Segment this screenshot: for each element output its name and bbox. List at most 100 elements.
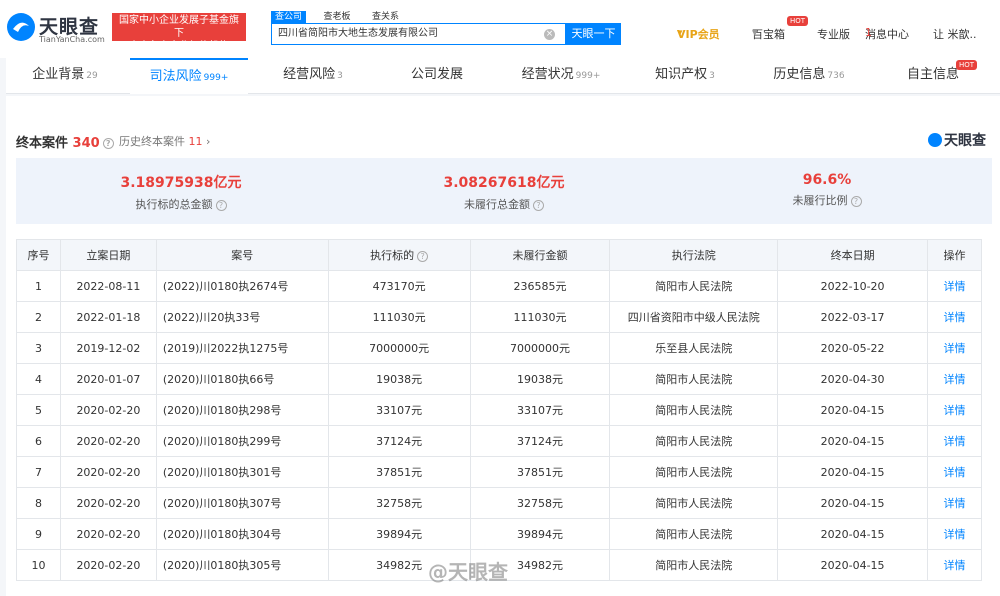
cell-filed-date: 2020-02-20	[59, 456, 157, 488]
cell-case-no: (2022)川20执33号	[155, 301, 329, 333]
tab-ip[interactable]: 知识产权 3	[626, 58, 744, 94]
search-button[interactable]: 天眼一下	[566, 23, 621, 45]
cell-index: 5	[16, 394, 61, 426]
help-icon[interactable]: ?	[102, 138, 114, 149]
cell-filed-date: 2022-08-11	[59, 270, 157, 302]
cell-action[interactable]: 详情	[927, 456, 982, 488]
brand-logo: 天眼查	[928, 130, 986, 150]
col-header-action: 操作	[927, 239, 982, 271]
cell-court: 简阳市人民法院	[609, 394, 779, 426]
tab-history[interactable]: 历史信息 736	[750, 58, 868, 94]
cell-index: 10	[16, 549, 61, 581]
cell-index: 9	[16, 518, 61, 550]
clear-icon[interactable]: ×	[544, 29, 555, 40]
cell-court: 简阳市人民法院	[609, 549, 779, 581]
cell-index: 1	[16, 270, 61, 302]
cell-filed-date: 2020-01-07	[59, 363, 157, 395]
tab-count: 736	[827, 71, 845, 81]
cell-action[interactable]: 详情	[927, 549, 982, 581]
cell-action[interactable]: 详情	[927, 332, 982, 364]
cell-index: 4	[16, 363, 61, 395]
cell-case-no: (2022)川0180执2674号	[155, 270, 329, 302]
col-header-case-no: 案号	[155, 239, 329, 271]
cell-index: 7	[16, 456, 61, 488]
tab-label: 知识产权	[655, 67, 708, 82]
cell-case-no: (2020)川0180执304号	[155, 518, 329, 550]
tab-label: 自主信息	[906, 67, 959, 82]
search-input[interactable]: 四川省简阳市大地生态发展有限公司 ×	[271, 23, 566, 45]
col-header-filed-date: 立案日期	[59, 239, 157, 271]
tab-label: 公司发展	[410, 67, 463, 82]
cell-court: 简阳市人民法院	[609, 425, 779, 457]
cell-action[interactable]: 详情	[927, 363, 982, 395]
cell-end-date: 2020-05-22	[777, 332, 928, 364]
hot-badge: HOT	[956, 60, 978, 70]
cell-filed-date: 2020-02-20	[59, 487, 157, 519]
cell-court: 简阳市人民法院	[609, 487, 779, 519]
cell-target: 7000000元	[327, 332, 471, 364]
cell-filed-date: 2019-12-02	[59, 332, 157, 364]
cell-unpaid: 111030元	[469, 301, 611, 333]
chevron-down-icon: ▾	[677, 26, 683, 39]
tab-operation-risk[interactable]: 经营风险 3	[254, 58, 372, 94]
search-type-tabs: 查公司 查老板 查关系	[271, 9, 413, 24]
cell-target: 473170元	[327, 270, 471, 302]
history-link[interactable]: 历史终本案件 11 ›	[119, 133, 210, 149]
tab-background[interactable]: 企业背景 29	[6, 58, 124, 94]
cell-filed-date: 2020-02-20	[59, 425, 157, 457]
section-title-label: 终本案件	[16, 136, 69, 151]
tab-judicial-risk[interactable]: 司法风险 999+	[130, 58, 248, 94]
cell-case-no: (2020)川0180执307号	[155, 487, 329, 519]
cell-court: 简阳市人民法院	[609, 518, 779, 550]
table-row: 5 2020-02-20 (2020)川0180执298号 33107元 33107元简…	[16, 394, 982, 426]
tab-count: 29	[86, 71, 98, 81]
table-row: 9 2020-02-20 (2020)川0180执304号 39894元 39894元简…	[16, 518, 982, 550]
tab-development[interactable]: 公司发展	[378, 58, 496, 94]
col-header-target-label: 执行标的	[370, 249, 415, 262]
help-icon[interactable]: ?	[215, 199, 227, 211]
summary-label: 未履行总金额	[464, 198, 530, 211]
cell-filed-date: 2020-02-20	[59, 549, 157, 581]
tab-count: 3	[709, 71, 715, 81]
cell-action[interactable]: 详情	[927, 425, 982, 457]
cell-action[interactable]: 详情	[927, 394, 982, 426]
cell-filed-date: 2022-01-18	[59, 301, 157, 333]
cell-case-no: (2020)川0180执301号	[155, 456, 329, 488]
table-row: 8 2020-02-20 (2020)川0180执307号 32758元 32758元简…	[16, 487, 982, 519]
help-icon[interactable]: ?	[850, 195, 862, 207]
pro-link[interactable]: 专业版	[817, 26, 850, 42]
cell-target: 39894元	[327, 518, 471, 550]
cell-end-date: 2022-03-17	[777, 301, 928, 333]
help-icon[interactable]: ?	[417, 250, 429, 262]
message-count: 1	[865, 26, 872, 39]
cell-index: 3	[16, 332, 61, 364]
tab-operation-status[interactable]: 经营状况 999+	[502, 58, 620, 94]
logo[interactable]: 天眼查 TianYanCha.com	[6, 10, 106, 46]
cell-end-date: 2020-04-15	[777, 518, 928, 550]
cell-unpaid: 33107元	[469, 394, 611, 426]
cell-action[interactable]: 详情	[927, 518, 982, 550]
tab-self-info[interactable]: 自主信息 HOT	[874, 58, 992, 94]
badge-line-2: 官方备案企业征信机构	[129, 41, 229, 52]
cell-action[interactable]: 详情	[927, 487, 982, 519]
cell-end-date: 2020-04-15	[777, 394, 928, 426]
cell-unpaid: 7000000元	[469, 332, 611, 364]
cell-target: 37124元	[327, 425, 471, 457]
cell-action[interactable]: 详情	[927, 301, 982, 333]
table-row: 6 2020-02-20 (2020)川0180执299号 37124元 37124元简…	[16, 425, 982, 457]
cell-target: 33107元	[327, 394, 471, 426]
cell-end-date: 2020-04-15	[777, 549, 928, 581]
col-header-end-date: 终本日期	[777, 239, 928, 271]
vip-label: VIP会员	[677, 28, 720, 41]
user-menu[interactable]: 让 米歆..	[933, 26, 977, 42]
case-table: 序号 立案日期 案号 执行标的? 未履行金额 执行法院 终本日期 操作 1 202…	[16, 239, 982, 581]
cell-case-no: (2019)川2022执1275号	[155, 332, 329, 364]
cell-court: 简阳市人民法院	[609, 456, 779, 488]
tab-count: 3	[337, 71, 343, 81]
cell-filed-date: 2020-02-20	[59, 394, 157, 426]
cell-end-date: 2020-04-15	[777, 456, 928, 488]
cell-action[interactable]: 详情	[927, 270, 982, 302]
col-header-index: 序号	[16, 239, 61, 271]
cell-target: 32758元	[327, 487, 471, 519]
help-icon[interactable]: ?	[533, 199, 544, 211]
